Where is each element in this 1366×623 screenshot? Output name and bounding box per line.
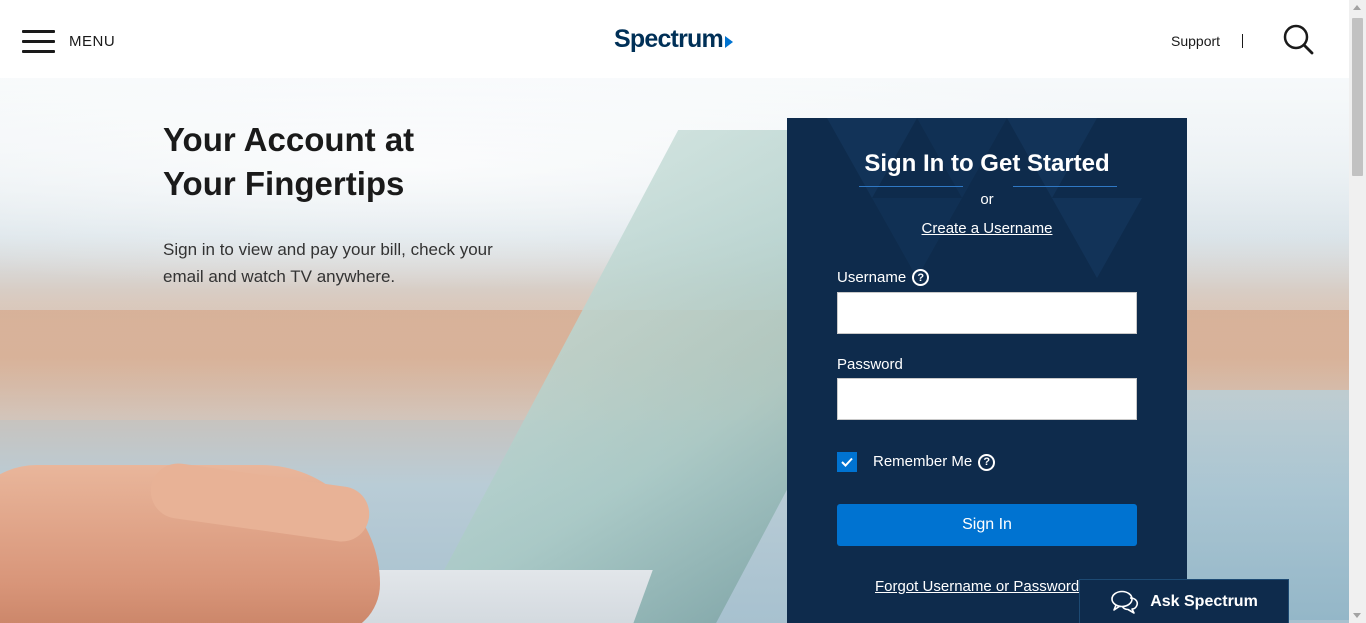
remember-me-checkbox[interactable] [837, 452, 857, 472]
password-label-text: Password [837, 356, 903, 373]
header-divider [1242, 34, 1243, 48]
hero-description: Sign in to view and pay your bill, check… [163, 240, 493, 286]
ask-spectrum-button[interactable]: Ask Spectrum [1079, 579, 1289, 623]
or-text: or [980, 191, 994, 208]
username-label-text: Username [837, 269, 907, 286]
ask-spectrum-label[interactable]: Ask Spectrum [1150, 593, 1258, 611]
support-link[interactable]: Support [1171, 33, 1220, 49]
signin-title: Sign In to Get Started [864, 150, 1110, 177]
forgot-credentials-link[interactable]: Forgot Username or Password? [875, 578, 1088, 595]
hero-title: Your Account at Your Fingertips [163, 118, 414, 206]
remember-help-icon[interactable]: ? [978, 453, 996, 471]
menu-button[interactable]: MENU [22, 30, 115, 53]
hero-title-line2: Your Fingertips [163, 165, 405, 202]
hamburger-icon[interactable] [22, 30, 55, 53]
title-underline-left [859, 186, 963, 187]
title-underline-right [1013, 186, 1117, 187]
menu-label[interactable]: MENU [69, 33, 115, 50]
hero-title-line1: Your Account at [163, 121, 415, 158]
checkmark-icon [841, 457, 853, 467]
remember-me-text[interactable]: Remember Me [873, 452, 972, 472]
password-input[interactable] [837, 378, 1137, 420]
signin-button[interactable]: Sign In [837, 504, 1137, 546]
username-input[interactable] [837, 292, 1137, 334]
logo-arrow-icon [724, 36, 733, 48]
signin-panel: Sign In to Get Started or Create a Usern… [787, 118, 1187, 623]
page-scrollbar[interactable] [1349, 0, 1366, 623]
create-username-link[interactable]: Create a Username [787, 220, 1187, 237]
remember-me-label: Remember Me ? [873, 452, 996, 472]
search-icon[interactable] [1282, 24, 1314, 56]
username-label: Username ? [837, 269, 930, 286]
spectrum-logo[interactable]: Spectrum [614, 25, 733, 54]
logo-text[interactable]: Spectrum [614, 25, 724, 54]
scroll-up-arrow-icon[interactable] [1353, 5, 1361, 10]
site-header: MENU Spectrum Support [0, 0, 1349, 78]
chat-bubbles-icon [1111, 590, 1139, 614]
username-help-icon[interactable]: ? [912, 269, 930, 286]
scroll-down-arrow-icon[interactable] [1353, 613, 1361, 618]
password-label: Password [837, 356, 903, 373]
scroll-thumb[interactable] [1352, 18, 1363, 176]
